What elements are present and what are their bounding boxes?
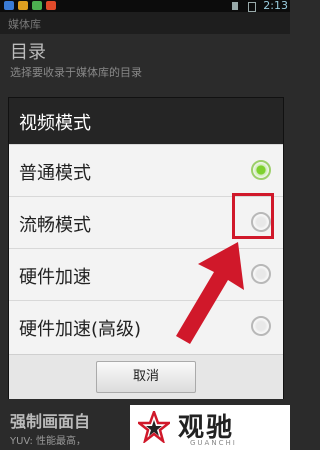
background-title: 媒体库 (8, 18, 41, 31)
option-label: 硬件加速(高级) (19, 319, 142, 340)
clock: 2:13 (263, 0, 288, 12)
radio-unchecked-icon[interactable] (251, 316, 271, 336)
force-setting-title: 强制画面自 (10, 412, 91, 431)
app-notification-icon (4, 1, 14, 10)
status-bar: 2:13 (0, 0, 290, 12)
dialog-title: 视频模式 (19, 113, 91, 134)
option-label: 流畅模式 (19, 215, 91, 236)
background-action-bar: 媒体库 (0, 12, 290, 34)
directory-heading: 目录 (10, 42, 46, 63)
radio-unchecked-icon[interactable] (251, 264, 271, 284)
option-label: 普通模式 (19, 163, 91, 184)
watermark: 观驰 GUANCHI (130, 405, 290, 450)
directory-subtitle: 选择要收录于媒体库的目录 (10, 66, 142, 79)
force-setting-subtitle: YUV: 性能最高， (10, 436, 87, 447)
star-logo-icon (138, 411, 170, 443)
red-arrow-icon (176, 242, 244, 344)
dialog-header: 视频模式 (9, 98, 283, 144)
signal-icon (232, 2, 238, 10)
option-label: 硬件加速 (19, 267, 91, 288)
app-notification-icon (18, 1, 28, 10)
highlight-box (232, 193, 274, 239)
option-normal-mode[interactable]: 普通模式 (9, 144, 283, 197)
app-notification-icon (32, 1, 42, 10)
app-notification-icon (46, 1, 56, 10)
dialog-footer: 取消 (9, 354, 283, 399)
battery-icon (248, 2, 256, 12)
radio-checked-icon[interactable] (251, 160, 271, 180)
cancel-button[interactable]: 取消 (96, 361, 196, 393)
watermark-sub: GUANCHI (190, 439, 237, 447)
